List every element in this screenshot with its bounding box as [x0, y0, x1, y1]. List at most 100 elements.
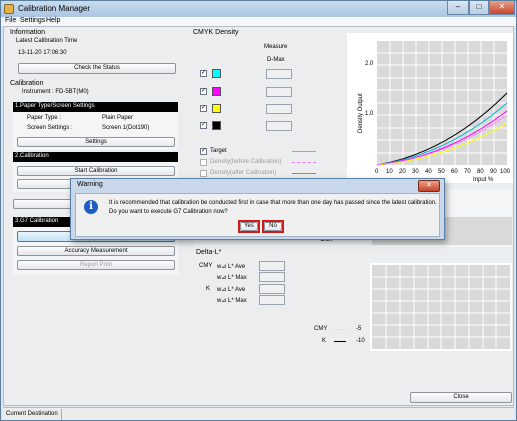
calibration-bar: 2.Calibration — [13, 152, 178, 162]
xtick-0: 0 — [375, 169, 379, 175]
yellow-checkbox[interactable]: ✓ — [200, 105, 207, 112]
close-button[interactable]: Close — [410, 392, 512, 403]
ytick-1: 1.0 — [365, 111, 374, 117]
information-heading: Information — [10, 29, 46, 36]
xtick-50: 50 — [438, 169, 445, 175]
density-xticks: 0 10 20 30 40 50 60 70 80 90 100 — [375, 169, 511, 175]
screen-settings-value: Screen 1(Dot190) — [102, 125, 150, 131]
paper-type-label: Paper Type : — [27, 115, 61, 121]
calibration-heading: Calibration — [10, 80, 44, 87]
k-ave-label: w⊿ L* Ave — [217, 287, 246, 293]
minimize-button[interactable]: – — [447, 1, 469, 15]
xtick-100: 100 — [500, 169, 511, 175]
check-status-button[interactable]: Check the Status — [18, 63, 176, 74]
density-graph: 2.0 1.0 Density Output 0 10 20 30 40 50 … — [347, 33, 513, 183]
start-calibration-button[interactable]: Start Calibration — [17, 166, 175, 176]
measure-label: Measure — [264, 44, 288, 50]
close-window-button[interactable]: ✕ — [489, 1, 515, 15]
cmy-max-label: w⊿ L* Max — [217, 275, 247, 281]
k-ave-field[interactable] — [259, 284, 285, 294]
latest-calibration-value: 13-11-20 17:06:30 — [18, 50, 67, 56]
cyan-dmax-field[interactable] — [266, 69, 292, 79]
xtick-60: 60 — [451, 169, 458, 175]
latest-calibration-label: Latest Calibration Time — [16, 38, 78, 44]
settings-button[interactable]: Settings — [17, 137, 175, 147]
warning-dialog-body: i It is recommended that calibration be … — [75, 193, 440, 237]
before-checkbox[interactable] — [200, 159, 207, 166]
report-print-button[interactable]: Report Print — [17, 260, 175, 270]
cmy-ave-label: w⊿ L* Ave — [217, 264, 246, 270]
black-checkbox[interactable]: ✓ — [200, 122, 207, 129]
yellow-dmax-field[interactable] — [266, 104, 292, 114]
xtick-90: 90 — [490, 169, 497, 175]
cyan-swatch — [212, 69, 221, 78]
delta-l-graph-svg — [372, 265, 510, 349]
density-graph-svg: 2.0 1.0 Density Output 0 10 20 30 40 50 … — [358, 41, 511, 183]
delta-l-graph — [370, 263, 512, 351]
k-max-field[interactable] — [259, 295, 285, 305]
warning-dialog: Warning ✕ i It is recommended that calib… — [70, 178, 445, 240]
title-bar: Calibration Manager – □ ✕ — [1, 1, 516, 17]
legend-cmy-label: CMY — [314, 326, 328, 332]
legend-k-line — [334, 341, 346, 342]
cmyk-density-heading: CMYK Density — [193, 29, 239, 36]
cyan-checkbox[interactable]: ✓ — [200, 70, 207, 77]
warning-message-line1: It is recommended that calibration be co… — [109, 200, 437, 206]
before-legend-line — [292, 162, 316, 163]
menu-bar: File Settings Help — [1, 17, 516, 26]
dmax-label: D-Max — [267, 57, 285, 63]
k-max-label: w⊿ L* Max — [217, 298, 247, 304]
after-label: Density(after Calibration) — [210, 170, 277, 176]
accuracy-measurement-button[interactable]: Accuracy Measurement — [17, 246, 175, 256]
xtick-20: 20 — [399, 169, 406, 175]
dl-tick-m5: -5 — [356, 326, 362, 332]
dl-tick-m10: -10 — [356, 338, 365, 344]
after-checkbox[interactable] — [200, 170, 207, 177]
delta-l-heading: Delta-L* — [196, 249, 222, 256]
xtick-30: 30 — [412, 169, 419, 175]
magenta-checkbox[interactable]: ✓ — [200, 88, 207, 95]
warning-message-line2: Do you want to execute G7 Calibration no… — [109, 209, 228, 215]
yellow-swatch — [212, 104, 221, 113]
cmy-max-field[interactable] — [259, 272, 285, 282]
no-button[interactable]: No — [264, 222, 282, 231]
current-destination-label: Current Destination — [6, 411, 58, 417]
target-legend-line — [292, 151, 316, 152]
cmy-ave-field[interactable] — [259, 261, 285, 271]
xtick-10: 10 — [386, 169, 393, 175]
target-checkbox[interactable]: ✓ — [200, 148, 207, 155]
maximize-button[interactable]: □ — [469, 1, 489, 15]
cmy-label: CMY — [199, 263, 213, 269]
screen-settings-label: Screen Settings : — [27, 125, 73, 131]
legend-cmy-line — [334, 329, 346, 330]
warning-dialog-title: Warning — [77, 181, 103, 188]
magenta-swatch — [212, 87, 221, 96]
after-legend-line — [292, 173, 316, 174]
yes-button[interactable]: Yes — [240, 222, 258, 231]
black-dmax-field[interactable] — [266, 121, 292, 131]
xtick-40: 40 — [425, 169, 432, 175]
warning-close-button[interactable]: ✕ — [418, 180, 440, 192]
app-icon — [4, 4, 14, 14]
paper-type-value: Plain Paper — [102, 115, 134, 121]
paper-type-bar: 1.Paper Type/Screen Settings — [13, 102, 178, 112]
status-divider — [61, 409, 62, 420]
menu-file[interactable]: File — [5, 17, 16, 24]
target-label: Target — [210, 148, 227, 154]
before-label: Density(before Calibration) — [210, 159, 282, 165]
menu-help[interactable]: Help — [46, 17, 60, 24]
window-title: Calibration Manager — [18, 4, 91, 13]
status-bar: Current Destination — [3, 407, 514, 420]
instrument-label: Instrument : FD-5BT(M0) — [22, 89, 89, 95]
magenta-dmax-field[interactable] — [266, 87, 292, 97]
xtick-80: 80 — [477, 169, 484, 175]
black-swatch — [212, 121, 221, 130]
legend-k-label: K — [322, 338, 327, 344]
info-icon: i — [84, 200, 98, 214]
xtick-70: 70 — [464, 169, 471, 175]
k-label: K — [206, 286, 211, 292]
ytick-2: 2.0 — [365, 61, 374, 67]
density-output-label: Density Output — [358, 93, 364, 133]
input-percent-label: Input % — [473, 177, 494, 183]
menu-settings[interactable]: Settings — [20, 17, 45, 24]
